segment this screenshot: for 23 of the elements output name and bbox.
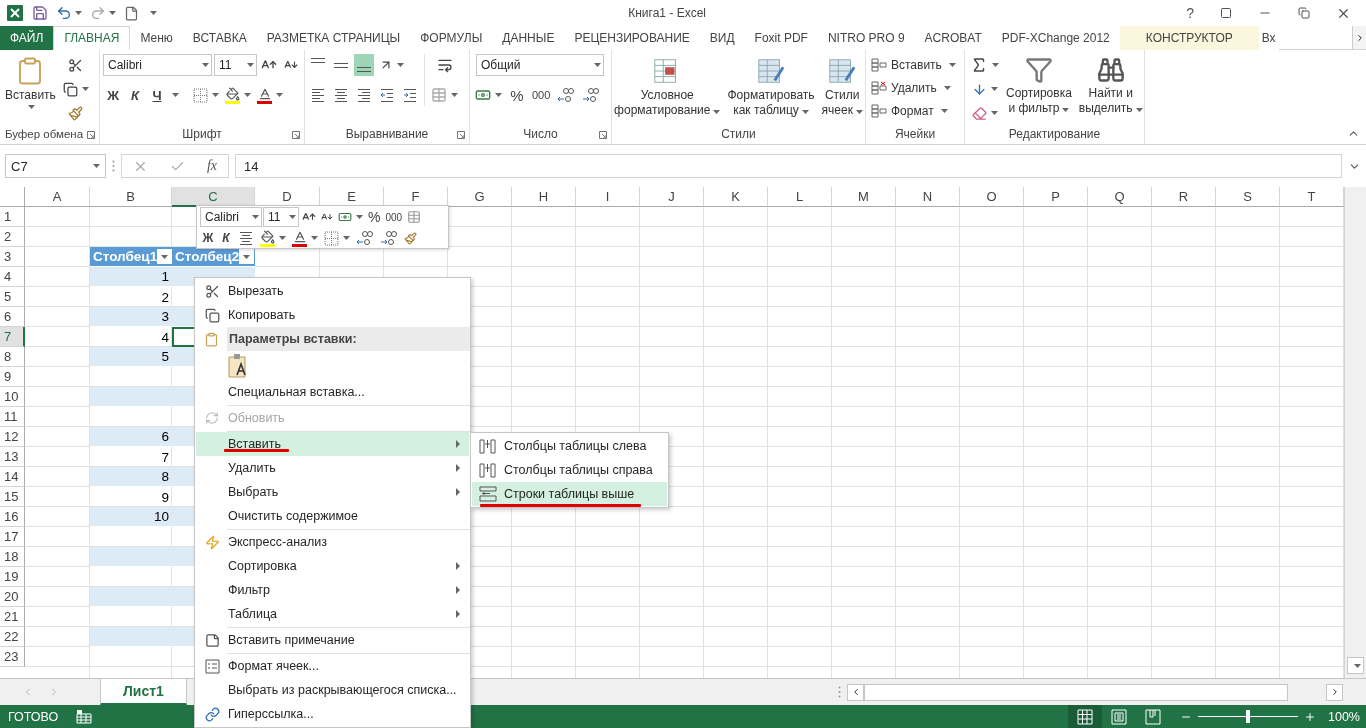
zoom-level: 100% bbox=[1327, 709, 1361, 724]
group-label: Число bbox=[522, 126, 559, 143]
table-cell-text: 2 bbox=[160, 288, 170, 307]
group-label: Буфер обмена bbox=[3, 127, 85, 142]
menu-section-header: Параметры вставки: bbox=[227, 327, 470, 351]
table-cell: 1 bbox=[90, 267, 172, 287]
table-cell-text: 4 bbox=[160, 328, 170, 347]
column-name: Столбец2 bbox=[175, 249, 240, 264]
table-cell: 10 bbox=[90, 507, 172, 527]
group-label: Шрифт bbox=[181, 126, 223, 143]
table-cell-text: 9 bbox=[160, 488, 170, 507]
group-label: Редактирование bbox=[1007, 126, 1102, 143]
group-label: Стили bbox=[720, 126, 757, 143]
table-cell: 6 bbox=[90, 427, 172, 447]
group-label: Выравнивание bbox=[344, 126, 430, 143]
window-title: Книга1 - Excel bbox=[627, 6, 707, 20]
group-label: Ячейки bbox=[893, 126, 937, 143]
table-cell: 3 bbox=[90, 307, 172, 327]
table-cell: 5 bbox=[90, 347, 172, 367]
table-cell-text: 7 bbox=[160, 448, 170, 467]
table-cell: 8 bbox=[90, 467, 172, 487]
status-text: ГОТОВО bbox=[8, 709, 59, 724]
column-name: Столбец1 bbox=[93, 249, 158, 264]
